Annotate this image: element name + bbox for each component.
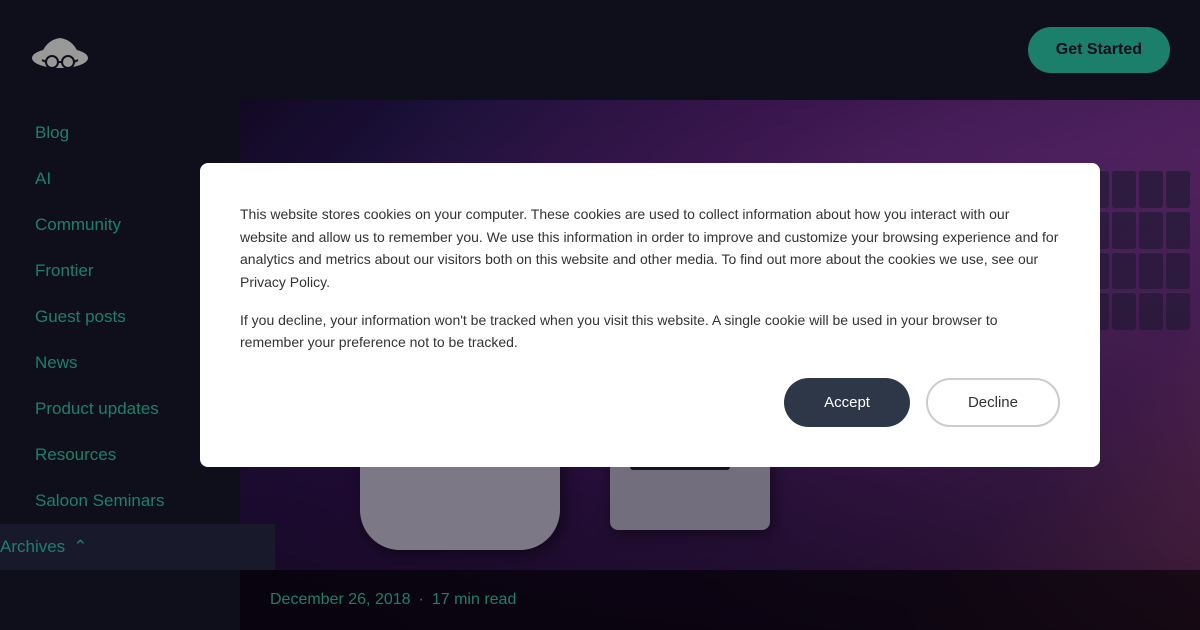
cookie-text-primary: This website stores cookies on your comp… xyxy=(240,203,1060,293)
accept-button[interactable]: Accept xyxy=(784,378,910,427)
cookie-text-secondary: If you decline, your information won't b… xyxy=(240,309,1060,354)
cookie-modal: This website stores cookies on your comp… xyxy=(200,163,1100,466)
cookie-buttons: Accept Decline xyxy=(240,378,1060,427)
cookie-modal-overlay: This website stores cookies on your comp… xyxy=(0,0,1200,630)
decline-button[interactable]: Decline xyxy=(926,378,1060,427)
